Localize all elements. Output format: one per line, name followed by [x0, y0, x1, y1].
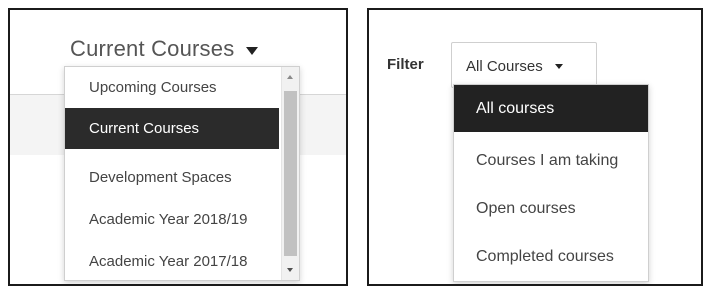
caret-down-icon — [554, 64, 563, 69]
course-filter-dropdown-menu: All courses Courses I am taking Open cou… — [453, 84, 649, 282]
menu-item-academic-year-2017-18[interactable]: Academic Year 2017/18 — [65, 241, 279, 282]
menu-item-all-courses[interactable]: All courses — [454, 85, 648, 132]
caret-down-icon — [246, 46, 259, 55]
menu-item-open-courses[interactable]: Open courses — [454, 185, 648, 232]
course-period-select[interactable]: Current Courses — [70, 36, 259, 62]
course-filter-panel: Filter All Courses All courses Courses I… — [367, 8, 703, 286]
menu-item-upcoming-courses[interactable]: Upcoming Courses — [65, 67, 279, 108]
menu-item-courses-i-am-taking[interactable]: Courses I am taking — [454, 137, 648, 184]
course-filter-select[interactable]: All Courses — [451, 42, 597, 88]
course-period-dropdown-menu: Upcoming Courses Current Courses Develop… — [64, 66, 300, 281]
menu-item-completed-courses[interactable]: Completed courses — [454, 233, 648, 280]
course-period-select-value: Current Courses — [70, 36, 235, 61]
filter-label: Filter — [387, 56, 424, 73]
menu-item-development-spaces[interactable]: Development Spaces — [65, 157, 279, 198]
current-courses-panel: Current Courses Upcoming Courses Current… — [8, 8, 348, 286]
menu-item-current-courses[interactable]: Current Courses — [65, 108, 279, 149]
menu-item-academic-year-2018-19[interactable]: Academic Year 2018/19 — [65, 199, 279, 240]
course-filter-select-value: All Courses — [466, 58, 543, 75]
scroll-down-arrow-icon[interactable] — [287, 268, 293, 272]
scrollbar-thumb[interactable] — [284, 91, 297, 256]
scroll-up-arrow-icon[interactable] — [287, 75, 293, 79]
dropdown-scrollbar[interactable] — [281, 67, 299, 280]
